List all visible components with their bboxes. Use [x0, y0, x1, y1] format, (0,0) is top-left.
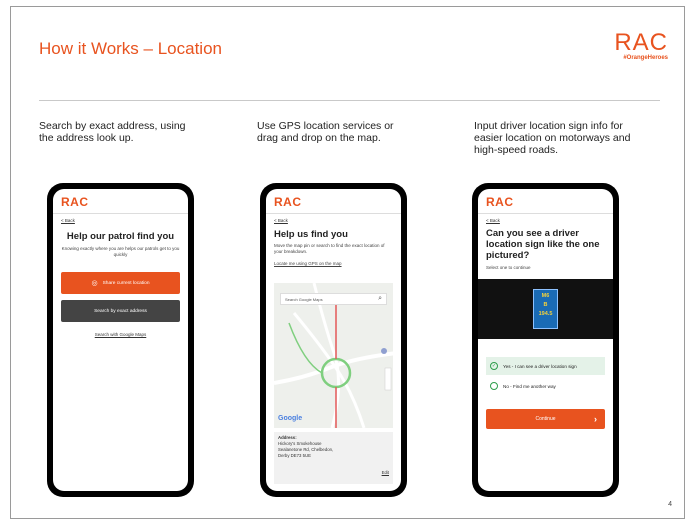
back-link[interactable]: < Back — [266, 214, 401, 223]
sign-image: M6 B 194.5 — [478, 279, 613, 339]
map-search-input[interactable]: Search Google Maps ⌕ — [280, 293, 387, 305]
check-icon: ✓ — [490, 362, 498, 370]
phone-driver-location-sign: RAC < Back Can you see a driver location… — [472, 183, 619, 497]
google-maps-link[interactable]: Search with Google Maps — [53, 332, 188, 337]
option-yes[interactable]: ✓ Yes - I can see a driver location sign — [486, 357, 605, 375]
column-1-text: Search by exact address, using the addre… — [39, 120, 186, 144]
back-link[interactable]: < Back — [478, 214, 613, 223]
divider — [39, 100, 660, 101]
page-number: 4 — [668, 501, 672, 508]
phone-address-lookup: RAC < Back Help our patrol find you Know… — [47, 183, 194, 497]
screen-subtext: Select one to continue — [486, 265, 531, 270]
slide-title: How it Works – Location — [39, 39, 222, 58]
app-brand: RAC — [486, 195, 514, 209]
chevron-right-icon: › — [594, 414, 597, 424]
screen-subtext: Knowing exactly where you are helps our … — [61, 246, 180, 257]
option-no[interactable]: No - Find me another way — [486, 377, 605, 395]
gps-link[interactable]: Locate me using GPS on the map — [266, 261, 401, 267]
column-2-text: Use GPS location services or drag and dr… — [257, 120, 394, 144]
logo-tagline: #OrangeHeroes — [623, 55, 668, 61]
back-link[interactable]: < Back — [53, 214, 188, 223]
phone-screen: RAC < Back Help us find you Move the map… — [266, 189, 401, 491]
search-address-button[interactable]: Search by exact address — [61, 300, 180, 322]
share-location-button[interactable]: ◎ Share current location — [61, 272, 180, 294]
phone-screen: RAC < Back Help our patrol find you Know… — [53, 189, 188, 491]
location-icon: ◎ — [91, 280, 98, 287]
edit-address-link[interactable]: Edit — [382, 470, 389, 476]
rac-logo: RAC #OrangeHeroes — [614, 29, 668, 62]
address-panel: Address: Hickory's Smokehouse Sealaneton… — [274, 432, 393, 484]
radio-icon — [490, 382, 498, 390]
app-brand: RAC — [61, 195, 89, 209]
continue-button[interactable]: Continue › — [486, 409, 605, 429]
address-line: Derby DE73 5UE — [278, 453, 311, 458]
screen-heading: Help us find you — [274, 229, 348, 240]
screen-subtext: Move the map pin or search to find the e… — [274, 243, 385, 254]
column-3-text: Input driver location sign info for easi… — [474, 120, 631, 156]
search-icon: ⌕ — [378, 295, 382, 302]
app-brand: RAC — [274, 195, 302, 209]
phone-screen: RAC < Back Can you see a driver location… — [478, 189, 613, 491]
slide: How it Works – Location RAC #OrangeHeroe… — [10, 6, 685, 519]
logo-word: RAC — [614, 29, 668, 56]
phone-gps-map: RAC < Back Help us find you Move the map… — [260, 183, 407, 497]
map-view[interactable]: Search Google Maps ⌕ Google — [274, 283, 393, 428]
driver-location-sign: M6 B 194.5 — [533, 289, 558, 329]
screen-heading: Help our patrol find you — [66, 231, 175, 242]
screen-heading: Can you see a driver location sign like … — [486, 228, 600, 261]
google-logo: Google — [278, 415, 303, 422]
